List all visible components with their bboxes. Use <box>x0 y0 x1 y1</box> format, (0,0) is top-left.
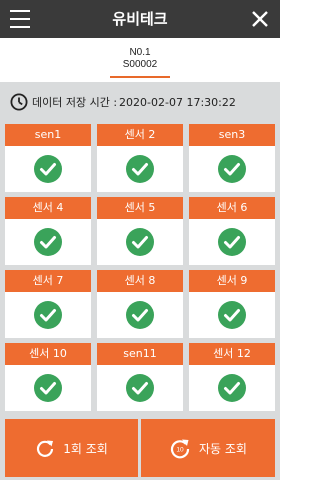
auto-refresh-icon: 10 <box>170 439 190 459</box>
device-serial: S00002 <box>122 59 158 70</box>
sensor-card[interactable]: sen11 <box>97 343 183 411</box>
sensor-name: 센서 6 <box>189 197 275 219</box>
check-circle-icon <box>34 228 62 256</box>
sensor-status <box>5 219 91 265</box>
device-number: N0.1 <box>129 47 151 58</box>
close-icon[interactable] <box>250 9 270 29</box>
sensor-status <box>5 292 91 338</box>
check-circle-icon <box>126 301 154 329</box>
check-circle-icon <box>126 155 154 183</box>
check-circle-icon <box>218 228 246 256</box>
sensor-card[interactable]: 센서 9 <box>189 270 275 338</box>
sensor-status <box>97 219 183 265</box>
app-bar: 유비테크 <box>0 0 280 38</box>
sensor-name: sen3 <box>189 124 275 146</box>
save-time-label: 데이터 저장 시간 : <box>32 96 118 109</box>
app-title: 유비테크 <box>112 10 168 28</box>
save-time-value: 2020-02-07 17:30:22 <box>119 95 236 109</box>
sensor-status <box>97 365 183 411</box>
sensor-grid: sen1 센서 2 sen3 센서 4 센서 5 센서 6 센서 7 센서 8 센서 9 센서 1… <box>5 124 275 411</box>
sensor-panel: 데이터 저장 시간 : 2020-02-07 17:30:22 sen1 센서 2… <box>0 82 280 480</box>
sensor-card[interactable]: sen1 <box>5 124 91 192</box>
check-circle-icon <box>218 374 246 402</box>
clock-icon <box>10 93 28 111</box>
check-circle-icon <box>126 228 154 256</box>
sensor-status <box>189 365 275 411</box>
sensor-name: 센서 5 <box>97 197 183 219</box>
sensor-name: 센서 8 <box>97 270 183 292</box>
sensor-card[interactable]: 센서 10 <box>5 343 91 411</box>
check-circle-icon <box>218 155 246 183</box>
sensor-status <box>97 146 183 192</box>
check-circle-icon <box>34 301 62 329</box>
save-time-row: 데이터 저장 시간 : 2020-02-07 17:30:22 <box>10 92 236 112</box>
sensor-status <box>5 365 91 411</box>
sensor-name: 센서 9 <box>189 270 275 292</box>
sensor-name: 센서 4 <box>5 197 91 219</box>
sensor-card[interactable]: 센서 4 <box>5 197 91 265</box>
check-circle-icon <box>126 374 154 402</box>
check-circle-icon <box>34 155 62 183</box>
auto-query-button[interactable]: 10 자동 조회 <box>141 419 275 477</box>
sensor-status <box>5 146 91 192</box>
auto-query-label: 자동 조회 <box>199 441 247 456</box>
query-once-button[interactable]: 1회 조회 <box>5 419 138 477</box>
sensor-name: 센서 2 <box>97 124 183 146</box>
sensor-name: sen11 <box>97 343 183 365</box>
sensor-status <box>189 219 275 265</box>
device-tab[interactable]: N0.1 S00002 <box>110 44 170 78</box>
refresh-icon <box>37 440 54 457</box>
sensor-card[interactable]: 센서 2 <box>97 124 183 192</box>
query-once-label: 1회 조회 <box>63 441 108 456</box>
sensor-card[interactable]: sen3 <box>189 124 275 192</box>
sensor-name: 센서 12 <box>189 343 275 365</box>
sensor-name: 센서 10 <box>5 343 91 365</box>
sensor-card[interactable]: 센서 12 <box>189 343 275 411</box>
sensor-status <box>189 292 275 338</box>
check-circle-icon <box>218 301 246 329</box>
sensor-status <box>97 292 183 338</box>
svg-text:10: 10 <box>176 447 184 454</box>
sensor-card[interactable]: 센서 7 <box>5 270 91 338</box>
sensor-card[interactable]: 센서 8 <box>97 270 183 338</box>
sensor-name: sen1 <box>5 124 91 146</box>
sensor-card[interactable]: 센서 5 <box>97 197 183 265</box>
check-circle-icon <box>34 374 62 402</box>
sensor-name: 센서 7 <box>5 270 91 292</box>
sensor-card[interactable]: 센서 6 <box>189 197 275 265</box>
sensor-status <box>189 146 275 192</box>
